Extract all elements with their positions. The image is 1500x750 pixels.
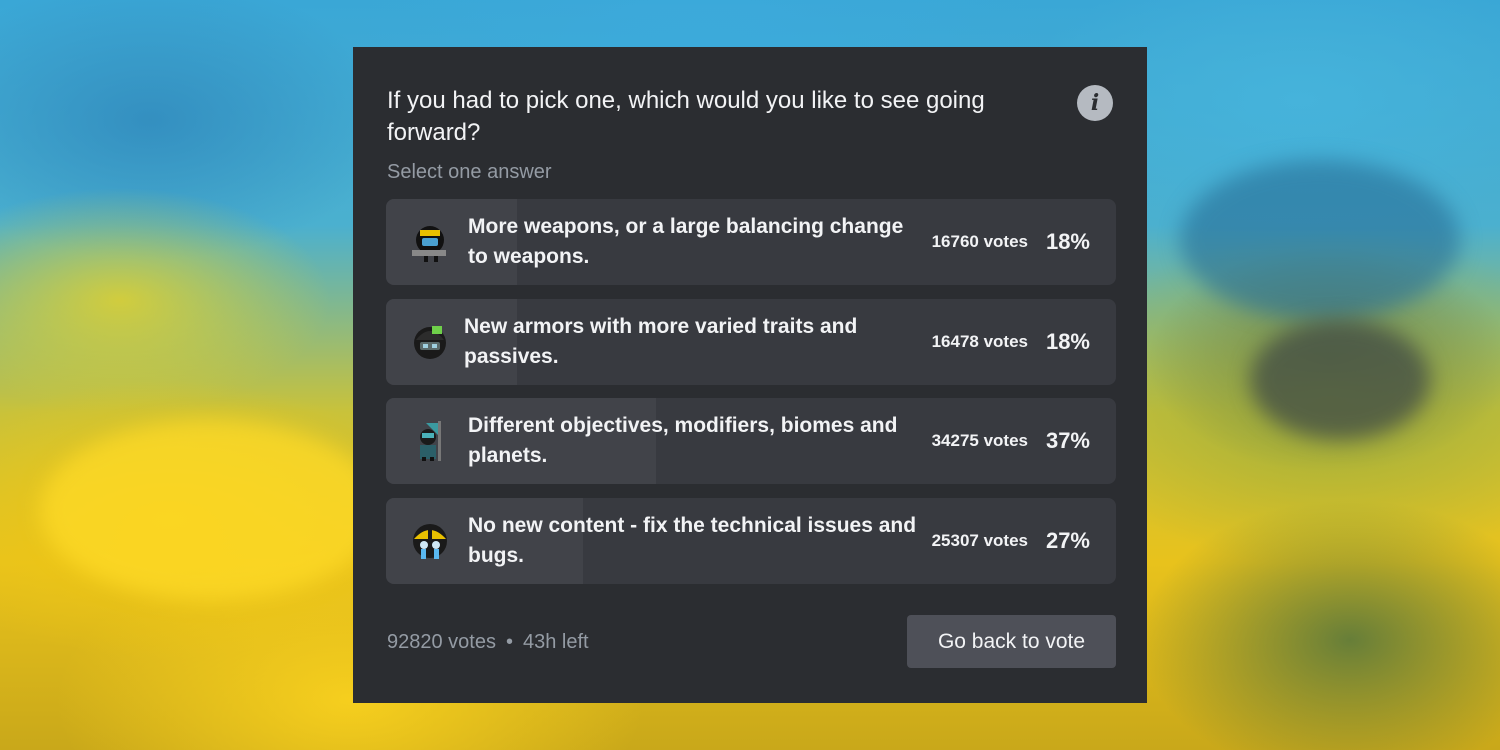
- poll-answer[interactable]: New armors with more varied traits and p…: [386, 299, 1116, 385]
- go-back-to-vote-button[interactable]: Go back to vote: [907, 615, 1116, 668]
- crying-soldier-emoji: [413, 524, 447, 559]
- poll-question: If you had to pick one, which would you …: [387, 87, 985, 146]
- background-fog: [1250, 320, 1430, 440]
- info-icon[interactable]: i: [1077, 85, 1113, 121]
- soldier-with-flag-emoji: [420, 421, 441, 461]
- answer-text: New armors with more varied traits and p…: [464, 315, 858, 368]
- answer-percent: 37%: [1045, 428, 1090, 453]
- time-left: 43h left: [523, 631, 589, 653]
- background-fog: [40, 420, 380, 600]
- poll-card: If you had to pick one, which would you …: [353, 47, 1147, 703]
- answer-text: Different objectives, modifiers, biomes …: [468, 414, 898, 467]
- total-votes: 92820 votes: [387, 631, 496, 653]
- background-fog: [1180, 160, 1460, 320]
- answer-text: More weapons, or a large balancing chang…: [468, 215, 904, 268]
- answer-percent: 18%: [1045, 229, 1090, 254]
- poll-footer-meta: 92820 votes • 43h left: [387, 629, 589, 655]
- poll-answer[interactable]: Different objectives, modifiers, biomes …: [386, 398, 1116, 484]
- answer-percent: 18%: [1045, 329, 1090, 354]
- poll-answer[interactable]: More weapons, or a large balancing chang…: [386, 199, 1116, 285]
- poll-answer[interactable]: No new content - fix the technical issue…: [386, 498, 1116, 584]
- separator-dot: •: [505, 631, 513, 653]
- answer-vote-count: 16478 votes: [931, 332, 1028, 351]
- answer-vote-count: 16760 votes: [931, 232, 1028, 251]
- green-helmet-soldier-emoji: [414, 326, 446, 359]
- answer-vote-count: 34275 votes: [931, 431, 1028, 450]
- soldier-with-gun-emoji: [412, 226, 446, 262]
- answer-percent: 27%: [1045, 528, 1090, 553]
- poll-instruction: Select one answer: [387, 161, 552, 183]
- answer-text: No new content - fix the technical issue…: [468, 514, 917, 567]
- answer-vote-count: 25307 votes: [931, 531, 1028, 550]
